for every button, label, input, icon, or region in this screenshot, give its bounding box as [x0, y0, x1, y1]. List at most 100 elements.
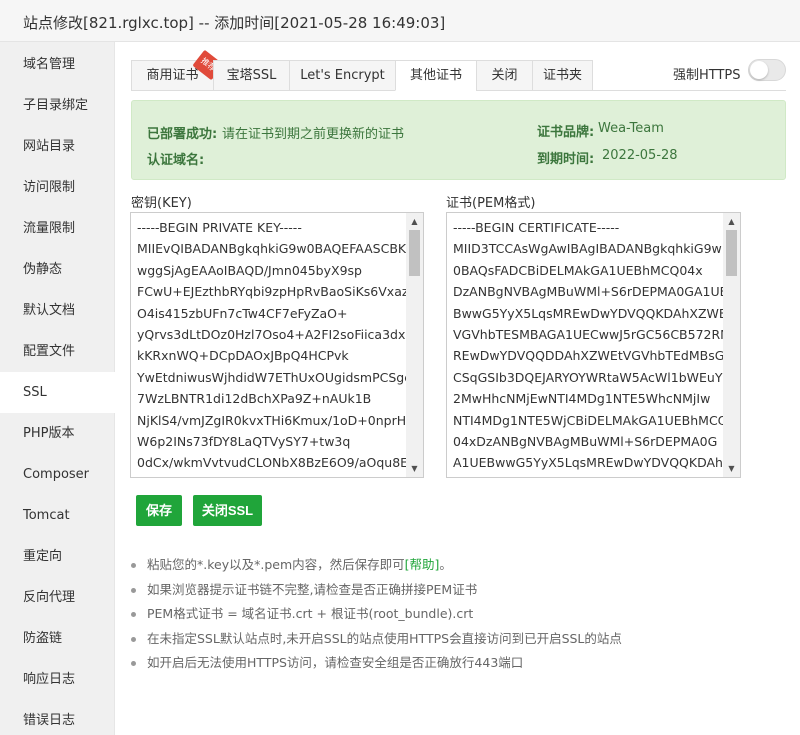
scroll-down-icon[interactable]: ▼	[723, 460, 740, 477]
sidebar-item-redirect[interactable]: 重定向	[0, 536, 115, 577]
cert-line: REwDwYDVQQDDAhXZWEtVGVhbTEdMBsG	[453, 348, 723, 364]
key-line: FCwU+EJEzthbRYqbi9zpHpRvBaoSiKs6VxazE	[137, 284, 407, 300]
tip-text: 在未指定SSL默认站点时,未开启SSL的站点使用HTTPS会直接访问到已开启SS…	[147, 630, 622, 646]
bullet-icon	[131, 661, 136, 666]
close-ssl-button[interactable]: 关闭SSL	[193, 495, 262, 526]
sidebar-item-response-log[interactable]: 响应日志	[0, 659, 115, 700]
tip-item: 如开启后无法使用HTTPS访问，请检查安全组是否正确放行443端口	[131, 652, 791, 677]
cert-scrollbar[interactable]: ▲ ▼	[723, 213, 740, 477]
deployed-text: 请在证书到期之前更换新的证书	[222, 127, 405, 142]
tab-commercial-cert[interactable]: 商用证书 推荐	[131, 49, 224, 91]
key-line: MIIEvQIBADANBgkqhkiG9w0BAQEFAASCBKc	[137, 241, 407, 257]
deployed-label: 已部署成功:	[147, 127, 218, 142]
key-line: wggSjAgEAAoIBAQD/Jmn045byX9sp	[137, 262, 362, 278]
tip-text-end: 。	[439, 557, 452, 572]
cert-line: CSqGSIb3DQEJARYOYWRtaW5AcWl1bWEuY	[453, 369, 723, 385]
sidebar-item-subdirectory[interactable]: 子目录绑定	[0, 85, 115, 126]
brand-label: 证书品牌:	[537, 125, 595, 140]
cert-text: -----BEGIN CERTIFICATE----- MIID3TCCAsWg…	[453, 217, 723, 474]
save-button[interactable]: 保存	[136, 495, 182, 526]
tab-label: Let's Encrypt	[300, 68, 385, 83]
help-link[interactable]: [帮助]	[405, 557, 440, 572]
cert-status-alert: 已部署成功: 请在证书到期之前更换新的证书 认证域名: 证书品牌: Wea-Te…	[131, 100, 786, 180]
tab-lets-encrypt[interactable]: Let's Encrypt	[289, 60, 395, 91]
tip-item: 粘贴您的*.key以及*.pem内容，然后保存即可[帮助]。	[131, 554, 791, 579]
scrollbar-thumb[interactable]	[409, 230, 420, 276]
bullet-icon	[131, 587, 136, 593]
sidebar-item-php-version[interactable]: PHP版本	[0, 413, 115, 454]
sidebar-item-composer[interactable]: Composer	[0, 454, 115, 495]
bullet-icon	[131, 636, 136, 642]
scrollbar-thumb[interactable]	[726, 230, 737, 276]
key-line: kKRxnWQ+DCpDAOxJBpQ4HCPvk	[137, 348, 349, 364]
sidebar-item-ssl[interactable]: SSL	[0, 372, 116, 413]
cert-line: A1UEBwwG5YyX5LqsMREwDwYDVQQKDAhX	[453, 455, 723, 471]
scroll-up-icon[interactable]: ▲	[723, 213, 740, 230]
expire-value: 2022-05-28	[602, 148, 678, 163]
ssl-panel: 商用证书 推荐 宝塔SSL Let's Encrypt 其他证书 关闭 证书夹 …	[116, 42, 800, 735]
cert-line: 04xDzANBgNVBAgMBuWMl+S6rDEPMA0G	[453, 434, 718, 450]
tip-item: 如果浏览器提示证书链不完整,请检查是否正确拼接PEM证书	[131, 579, 791, 604]
bullet-icon	[131, 563, 136, 568]
key-textarea[interactable]: -----BEGIN PRIVATE KEY----- MIIEvQIBADAN…	[130, 212, 424, 478]
cert-line: MIID3TCCAsWgAwIBAgIBADANBgkqhkiG9w	[453, 241, 722, 257]
cert-line: -----BEGIN CERTIFICATE-----	[453, 220, 620, 235]
tab-close[interactable]: 关闭	[476, 60, 532, 91]
key-line: W6p2INs73fDY8LaQTVySY7+tw3q	[137, 434, 351, 450]
cert-line: BwwG5YyX5LqsMREwDwYDVQQKDAhXZWEt	[453, 305, 723, 321]
sidebar-item-site-directory[interactable]: 网站目录	[0, 126, 115, 167]
switch-knob	[750, 61, 768, 79]
sidebar-item-error-log[interactable]: 错误日志	[0, 700, 115, 735]
domain-label: 认证域名:	[147, 153, 205, 168]
cert-line: NTI4MDg1NTE5WjCBiDELMAkGA1UEBhMCQ	[453, 412, 723, 428]
key-line: 7WzLBNTR1di12dBchXPa9Z+nAUk1B	[137, 391, 372, 407]
tip-text: PEM格式证书 = 域名证书.crt + 根证书(root_bundle).cr…	[147, 606, 474, 621]
brand-value: Wea-Team	[598, 121, 664, 136]
key-line: -----BEGIN PRIVATE KEY-----	[137, 220, 302, 235]
dialog-titlebar: 站点修改[821.rglxc.top] -- 添加时间[2021-05-28 1…	[0, 0, 800, 42]
sidebar-item-access-limit[interactable]: 访问限制	[0, 167, 115, 208]
key-line: YwEtdniwusWjhdidW7EThUxOUgidsmPCSgc	[137, 369, 407, 385]
key-text: -----BEGIN PRIVATE KEY----- MIIEvQIBADAN…	[137, 217, 407, 474]
tip-text: 粘贴您的*.key以及*.pem内容，然后保存即可	[147, 557, 405, 572]
force-https-label: 强制HTTPS	[673, 68, 741, 83]
tip-item: PEM格式证书 = 域名证书.crt + 根证书(root_bundle).cr…	[131, 603, 791, 628]
sidebar-item-tomcat[interactable]: Tomcat	[0, 495, 115, 536]
sidebar-item-traffic-limit[interactable]: 流量限制	[0, 208, 115, 249]
tab-label: 商用证书	[146, 68, 199, 83]
cert-line: 2MwHhcNMjEwNTI4MDg1NTE5WhcNMjIw	[453, 391, 711, 407]
tip-text: 如开启后无法使用HTTPS访问，请检查安全组是否正确放行443端口	[147, 655, 524, 670]
tab-label: 宝塔SSL	[226, 68, 277, 83]
force-https-switch[interactable]	[748, 59, 786, 81]
tab-cert-folder[interactable]: 证书夹	[532, 60, 593, 91]
sidebar-item-rewrite[interactable]: 伪静态	[0, 249, 115, 290]
cert-textarea[interactable]: -----BEGIN CERTIFICATE----- MIID3TCCAsWg…	[446, 212, 741, 478]
cert-line: VGVhbTESMBAGA1UECwwJ5rGC56CB572RM	[453, 327, 723, 343]
key-line: O4is415zbUFn7cTw4CF7eFyZaO+	[137, 305, 348, 321]
ssl-tips-list: 粘贴您的*.key以及*.pem内容，然后保存即可[帮助]。 如果浏览器提示证书…	[131, 554, 791, 677]
cert-line: DzANBgNVBAgMBuWMl+S6rDEPMA0GA1UE	[453, 284, 723, 300]
sidebar-item-default-doc[interactable]: 默认文档	[0, 290, 115, 331]
sidebar-item-config-file[interactable]: 配置文件	[0, 331, 115, 372]
dialog-title: 站点修改[821.rglxc.top] -- 添加时间[2021-05-28 1…	[23, 14, 446, 32]
tip-item: 在未指定SSL默认站点时,未开启SSL的站点使用HTTPS会直接访问到已开启SS…	[131, 628, 791, 653]
ssl-tabs: 商用证书 推荐 宝塔SSL Let's Encrypt 其他证书 关闭 证书夹	[131, 49, 593, 91]
cert-field-label: 证书(PEM格式)	[446, 196, 536, 211]
key-line: 0dCx/wkmVvtvudCLONbX8BzE6O9/aOqu8E1	[137, 455, 407, 471]
scroll-down-icon[interactable]: ▼	[406, 460, 423, 477]
cert-line: 0BAQsFADCBiDELMAkGA1UEBhMCQ04x	[453, 262, 703, 278]
site-settings-dialog: 站点修改[821.rglxc.top] -- 添加时间[2021-05-28 1…	[0, 0, 800, 735]
tab-label: 关闭	[491, 68, 518, 83]
key-line: yQrvs3dLtDOz0Hzl7Oso4+A2FI2soFiica3dxnv	[137, 327, 407, 343]
sidebar-item-reverse-proxy[interactable]: 反向代理	[0, 577, 115, 618]
tip-text: 如果浏览器提示证书链不完整,请检查是否正确拼接PEM证书	[147, 581, 478, 597]
tab-bt-ssl[interactable]: 宝塔SSL	[213, 60, 289, 91]
key-scrollbar[interactable]: ▲ ▼	[406, 213, 423, 477]
sidebar-item-hotlink[interactable]: 防盗链	[0, 618, 115, 659]
tab-label: 其他证书	[409, 68, 462, 83]
key-line: NjKlS4/vmJZgIR0kvxTHi6Kmux/1oD+0nprHM	[137, 412, 407, 428]
sidebar-item-domain[interactable]: 域名管理	[0, 44, 115, 85]
tab-other-cert[interactable]: 其他证书	[395, 60, 476, 91]
key-field-label: 密钥(KEY)	[131, 196, 192, 211]
scroll-up-icon[interactable]: ▲	[406, 213, 423, 230]
